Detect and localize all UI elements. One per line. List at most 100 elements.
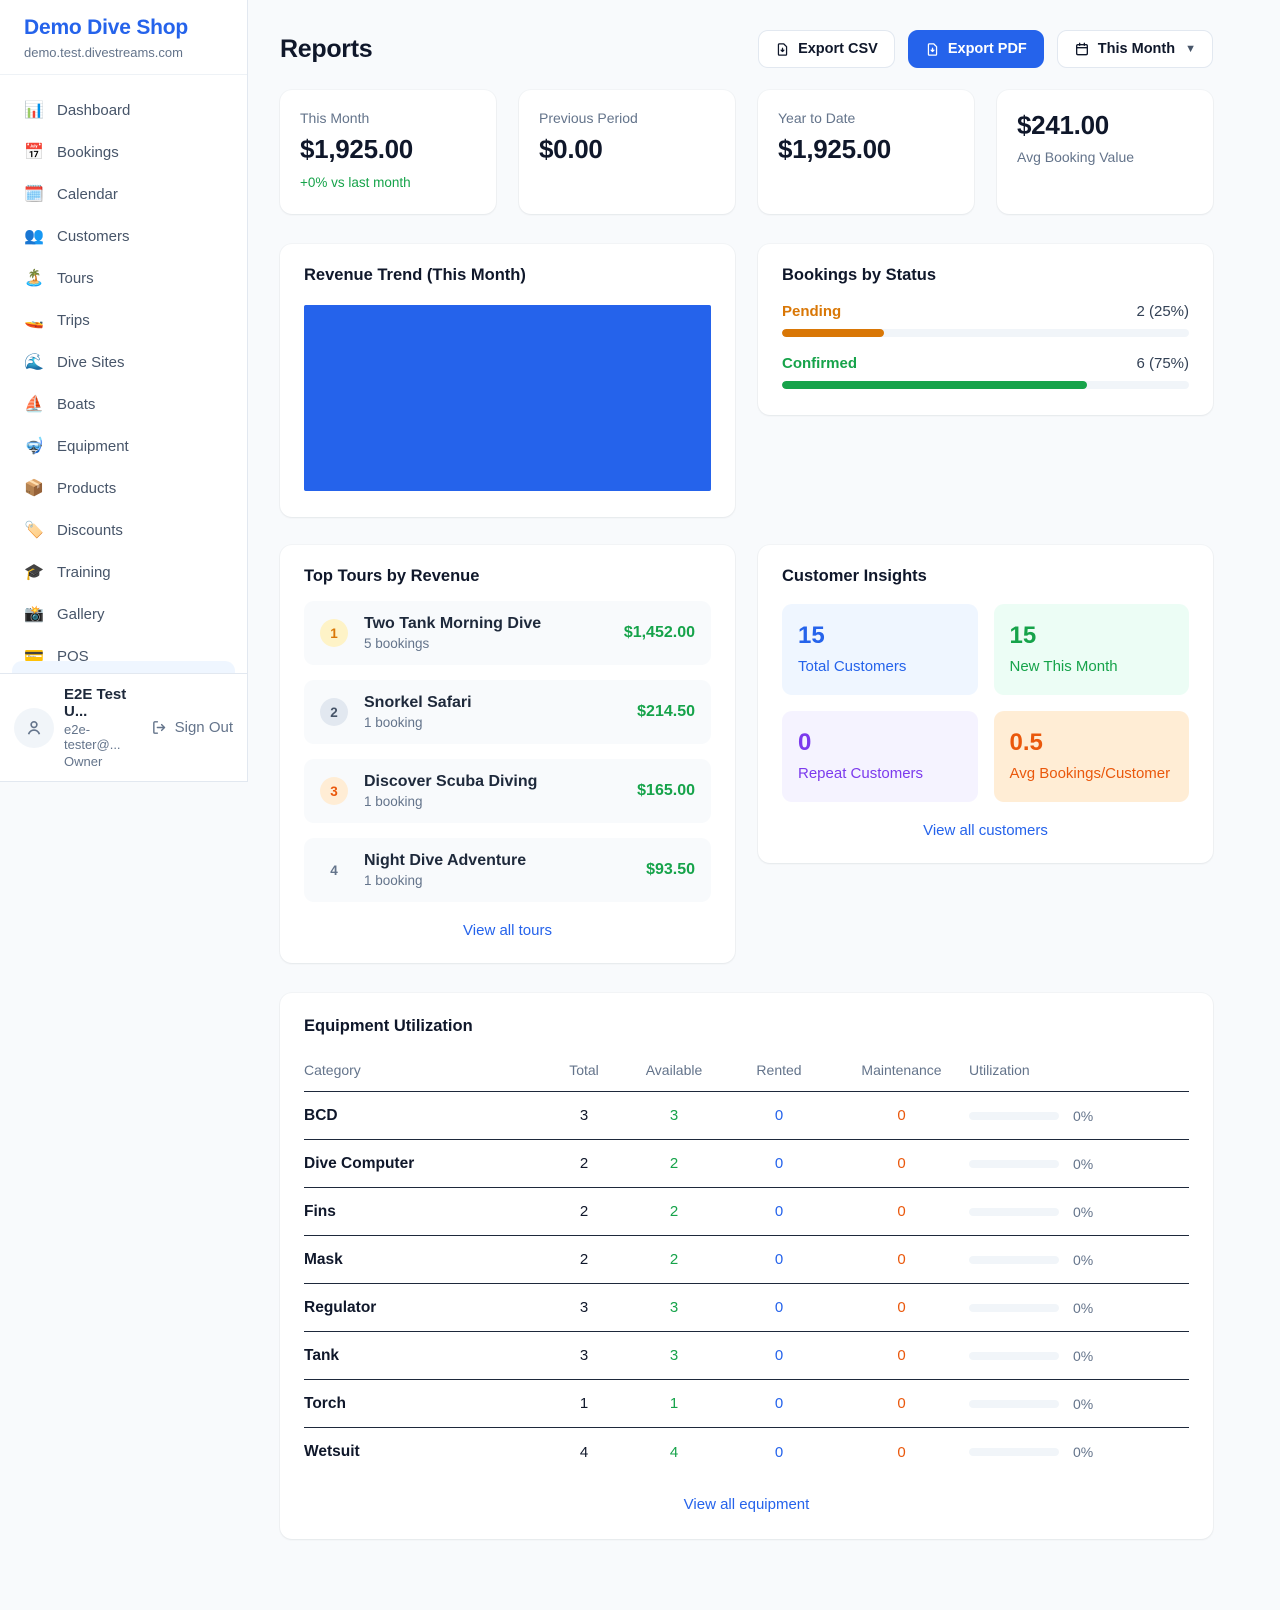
status-count: 6 (75%) [1136,355,1189,372]
header-actions: Export CSV Export PDF This Month ▼ [758,30,1213,68]
status-count: 2 (25%) [1136,303,1189,320]
cell-maintenance: 0 [834,1299,969,1316]
equipment-table-body: BCD 3 3 0 0 0% Dive Computer 2 [304,1092,1189,1476]
sidebar-item[interactable]: 📦 Products [0,467,247,509]
tour-name: Discover Scuba Diving [364,773,621,791]
table-row: BCD 3 3 0 0 0% [304,1092,1189,1140]
cell-category: Tank [304,1347,544,1365]
cell-maintenance: 0 [834,1203,969,1220]
status-bar-track [782,329,1189,337]
cell-total: 2 [544,1251,624,1268]
sidebar-item[interactable]: 📊 Dashboard [0,89,247,131]
mid-row: Top Tours by Revenue 1 Two Tank Morning … [280,545,1213,963]
file-download-icon [775,42,790,57]
sidebar-item[interactable]: 💳 POS [0,635,247,661]
cell-utilization: 0% [969,1252,1189,1268]
table-row: Dive Computer 2 2 0 0 0% [304,1140,1189,1188]
tour-rank-badge: 1 [320,619,348,647]
sidebar: Demo Dive Shop demo.test.divestreams.com… [0,0,248,782]
insight-value: 0 [798,729,962,757]
sidebar-item[interactable]: 🚤 Trips [0,299,247,341]
insight-label: Avg Bookings/Customer [1010,765,1174,782]
col-maintenance: Maintenance [834,1062,969,1078]
bookings-by-status-title: Bookings by Status [782,266,1189,285]
sidebar-item[interactable]: 🗓️ Calendar [0,173,247,215]
cell-total: 1 [544,1395,624,1412]
tour-row[interactable]: 1 Two Tank Morning Dive 5 bookings $1,45… [304,601,711,665]
sidebar-item-label: POS [57,648,89,662]
sidebar-item-icon: 🏝️ [24,268,44,288]
sidebar-item[interactable]: 🌊 Dive Sites [0,341,247,383]
revenue-trend-title: Revenue Trend (This Month) [304,266,711,285]
sign-out-button[interactable]: Sign Out [151,719,233,736]
user-avatar [14,708,54,748]
period-dropdown[interactable]: This Month ▼ [1057,30,1213,68]
customer-insights-card: Customer Insights 15 Total Customers 15 … [758,545,1213,863]
cell-rented: 0 [724,1395,834,1412]
view-all-tours-link[interactable]: View all tours [304,922,711,939]
tour-row[interactable]: 3 Discover Scuba Diving 1 booking $165.0… [304,759,711,823]
user-meta: E2E Test U... e2e-tester@... Owner [64,686,141,769]
tour-name: Night Dive Adventure [364,852,630,870]
sign-out-label: Sign Out [175,719,233,736]
stat-card-this-month: This Month $1,925.00 +0% vs last month [280,90,496,214]
sidebar-item-reports-partial[interactable] [12,661,235,673]
sidebar-item-label: Equipment [57,438,129,455]
utilization-percent: 0% [1073,1348,1093,1364]
sidebar-item[interactable]: 📸 Gallery [0,593,247,635]
insight-label: Repeat Customers [798,765,962,782]
status-bar-fill [782,381,1087,389]
sidebar-item[interactable]: 🤿 Equipment [0,425,247,467]
stat-value: $1,925.00 [778,134,954,165]
cell-available: 3 [624,1107,724,1124]
status-row: Pending 2 (25%) [782,303,1189,337]
export-pdf-button[interactable]: Export PDF [908,30,1044,68]
sidebar-item-label: Tours [57,270,94,287]
cell-category: Wetsuit [304,1443,544,1461]
revenue-trend-card: Revenue Trend (This Month) [280,244,735,517]
cell-category: Fins [304,1203,544,1221]
tour-amount: $214.50 [637,703,695,721]
view-all-customers-link[interactable]: View all customers [782,822,1189,839]
tour-row[interactable]: 2 Snorkel Safari 1 booking $214.50 [304,680,711,744]
sidebar-item[interactable]: 🎓 Training [0,551,247,593]
export-csv-label: Export CSV [798,41,878,57]
tour-bookings: 1 booking [364,794,621,809]
person-icon [24,718,44,738]
insight-label: Total Customers [798,658,962,675]
sidebar-item[interactable]: ⛵ Boats [0,383,247,425]
utilization-bar-track [969,1208,1059,1216]
view-all-equipment-link[interactable]: View all equipment [304,1496,1189,1513]
brand-domain: demo.test.divestreams.com [24,45,223,60]
insight-tiles: 15 Total Customers 15 New This Month 0 R… [782,604,1189,802]
tour-rank-badge: 2 [320,698,348,726]
sidebar-item-label: Bookings [57,144,119,161]
insight-tile: 15 Total Customers [782,604,978,695]
cell-category: Torch [304,1395,544,1413]
utilization-percent: 0% [1073,1108,1093,1124]
stat-delta: +0% vs last month [300,175,476,190]
col-utilization: Utilization [969,1062,1189,1078]
sidebar-item[interactable]: 🏷️ Discounts [0,509,247,551]
table-row: Wetsuit 4 4 0 0 0% [304,1428,1189,1476]
tour-row[interactable]: 4 Night Dive Adventure 1 booking $93.50 [304,838,711,902]
utilization-percent: 0% [1073,1300,1093,1316]
cell-utilization: 0% [969,1108,1189,1124]
export-csv-button[interactable]: Export CSV [758,30,895,68]
sidebar-item[interactable]: 🏝️ Tours [0,257,247,299]
cell-utilization: 0% [969,1396,1189,1412]
status-list: Pending 2 (25%) Confirmed 6 (75%) [782,303,1189,389]
sidebar-item[interactable]: 📅 Bookings [0,131,247,173]
cell-available: 2 [624,1203,724,1220]
cell-category: Mask [304,1251,544,1269]
cell-maintenance: 0 [834,1347,969,1364]
cell-utilization: 0% [969,1204,1189,1220]
sidebar-item[interactable]: 👥 Customers [0,215,247,257]
col-total: Total [544,1062,624,1078]
sidebar-item-label: Calendar [57,186,118,203]
customer-insights-title: Customer Insights [782,567,1189,586]
table-row: Fins 2 2 0 0 0% [304,1188,1189,1236]
sidebar-item-icon: 💳 [24,646,44,661]
stats-row: This Month $1,925.00 +0% vs last month P… [280,90,1213,214]
utilization-percent: 0% [1073,1204,1093,1220]
